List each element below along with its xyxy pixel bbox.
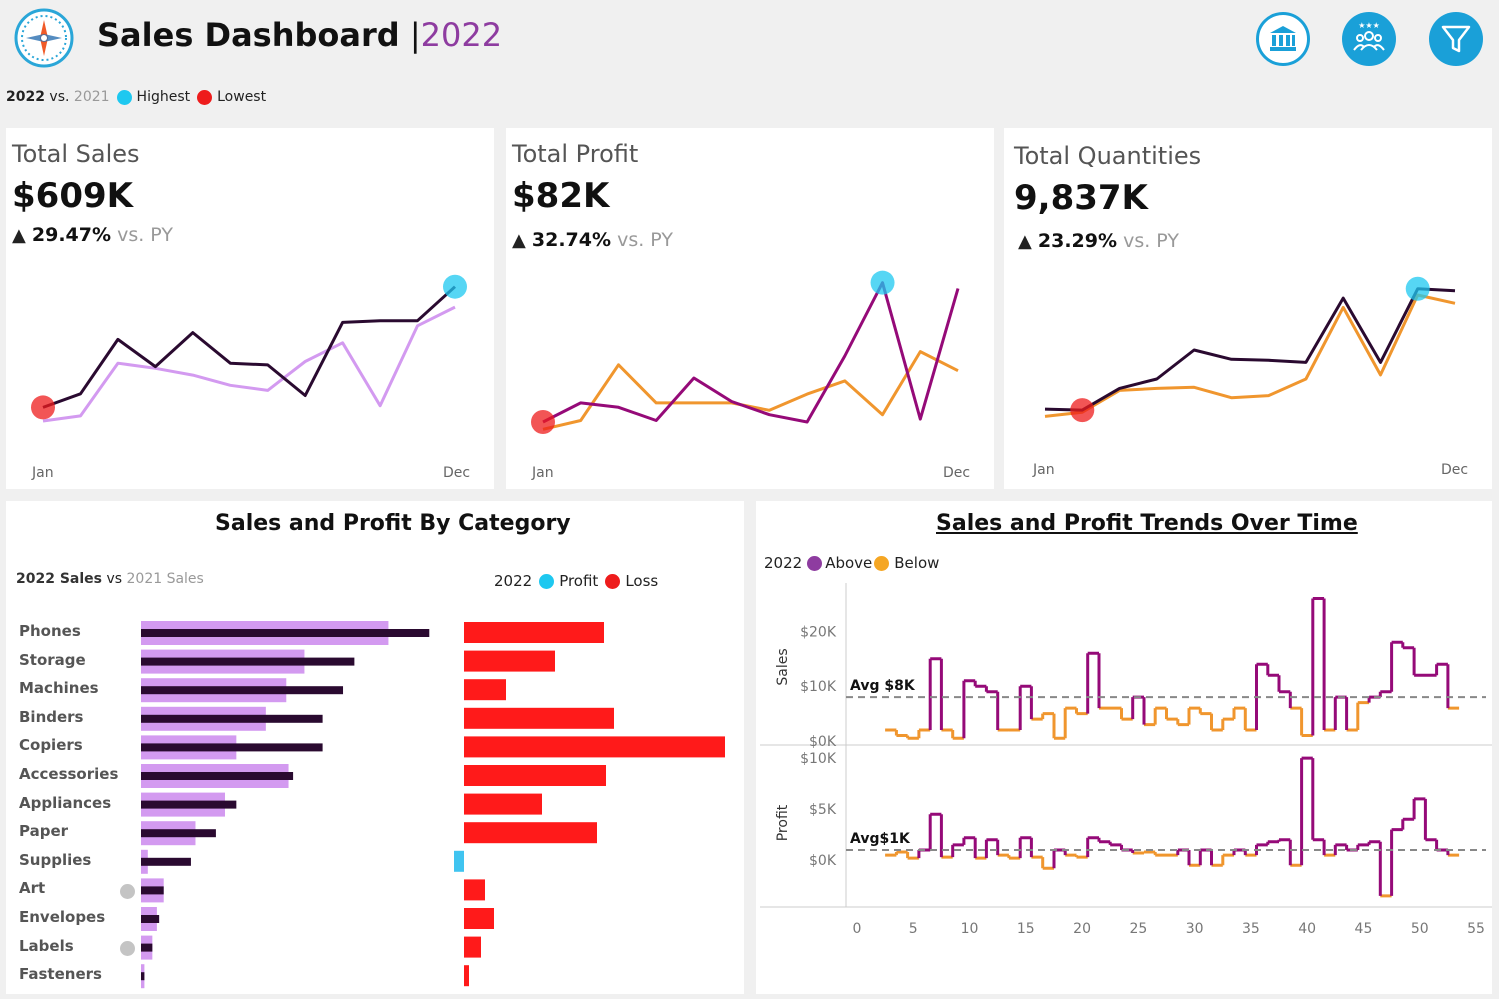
- title-year: 2022: [420, 16, 503, 54]
- x-tick-label: 55: [1467, 921, 1485, 937]
- category-bar-chart: [141, 621, 725, 989]
- x-end-label: Dec: [943, 465, 971, 481]
- svg-text:★★★: ★★★: [1358, 21, 1380, 30]
- bar-loss: [464, 965, 469, 987]
- below-avg-steps: [885, 850, 1460, 898]
- bar-2022-sales: [141, 743, 323, 752]
- title-main: Sales Dashboard: [97, 16, 400, 54]
- bar-2022-sales: [141, 657, 355, 666]
- quantities-sparkline: [1044, 276, 1456, 423]
- x-start-label: Jan: [1033, 462, 1055, 478]
- bar-2022-sales: [141, 857, 191, 866]
- bar-loss: [464, 936, 481, 958]
- avg-label: Avg $8K: [850, 678, 916, 694]
- profit-sparkline: [531, 270, 960, 434]
- category-card: Sales and Profit By Category 2022 Sales …: [6, 501, 744, 994]
- x-start-label: Jan: [532, 465, 554, 481]
- x-tick-label: 50: [1411, 921, 1429, 937]
- header: Sales Dashboard |2022 ★★★: [0, 0, 1499, 80]
- bar-loss: [464, 793, 542, 815]
- legend-highest: Highest: [136, 89, 191, 105]
- x-tick-label: 0: [853, 921, 862, 937]
- team-icon[interactable]: ★★★: [1342, 12, 1396, 66]
- y-tick-label: $5K: [809, 802, 837, 818]
- kpi-card-quantities: Total Quantities 9,837K ▲ 23.29% vs. PY …: [1004, 128, 1492, 489]
- bar-2022-sales: [141, 943, 153, 952]
- trend-card: Sales and Profit Trends Over Time 2022 A…: [756, 501, 1492, 994]
- legend-previous-year: 2021: [73, 89, 110, 105]
- highest-dot-icon: [116, 89, 132, 105]
- below-avg-steps: [885, 701, 1460, 740]
- legend-current-year: 2022: [6, 89, 45, 105]
- compass-logo-icon: [14, 8, 74, 68]
- bar-loss: [464, 908, 494, 929]
- filter-icon[interactable]: [1429, 12, 1483, 66]
- bar-2022-sales: [141, 915, 160, 923]
- bar-loss: [464, 650, 555, 672]
- above-avg-steps: [917, 756, 1450, 896]
- bar-2022-sales: [141, 829, 216, 838]
- x-start-label: Jan: [32, 465, 54, 481]
- y-axis-title: Profit: [775, 804, 791, 841]
- highest-point: [870, 270, 895, 295]
- bar-loss: [464, 879, 485, 901]
- y-tick-label: $10K: [800, 751, 837, 767]
- bar-2022-sales: [141, 800, 237, 809]
- legend-vs: vs.: [49, 89, 70, 105]
- series-line-1: [542, 350, 959, 431]
- x-tick-label: 25: [1129, 921, 1147, 937]
- bar-loss: [464, 622, 604, 643]
- lowest-point: [531, 410, 555, 434]
- bar-profit: [454, 850, 464, 872]
- bar-2022-sales: [141, 972, 145, 981]
- series-line-0: [542, 281, 960, 424]
- x-tick-label: 35: [1242, 921, 1260, 937]
- kpi-card-profit: Total Profit $82K ▲ 32.74% vs. PY Jan De…: [506, 128, 994, 489]
- page-title: Sales Dashboard |2022: [97, 16, 502, 54]
- y-tick-label: $20K: [800, 624, 837, 640]
- lowest-dot-icon: [197, 89, 213, 105]
- x-tick-label: 40: [1298, 921, 1316, 937]
- legend-lowest: Lowest: [217, 89, 267, 105]
- lowest-point: [1070, 398, 1095, 423]
- top-legend: 2022 vs. 2021 Highest Lowest: [6, 89, 266, 105]
- x-end-label: Dec: [1441, 462, 1469, 478]
- kpi-card-sales: Total Sales $609K ▲ 29.47% vs. PY Jan De…: [6, 128, 494, 489]
- y-tick-label: $0K: [809, 734, 837, 750]
- bar-loss: [464, 822, 597, 844]
- bar-2022-sales: [141, 714, 323, 723]
- lowest-point: [31, 395, 55, 420]
- bank-icon[interactable]: [1256, 12, 1310, 66]
- series-line-1: [1044, 293, 1456, 418]
- highest-point: [443, 274, 467, 299]
- bar-2022-sales: [141, 686, 344, 695]
- bar-2022-sales: [141, 772, 294, 780]
- bar-2022-sales: [141, 629, 430, 637]
- sales-sparkline: [31, 274, 467, 423]
- x-tick-label: 10: [961, 921, 979, 937]
- highest-point: [1405, 276, 1430, 301]
- y-axis-title: Sales: [775, 648, 791, 685]
- y-tick-label: $10K: [800, 679, 837, 695]
- x-tick-label: 30: [1186, 921, 1204, 937]
- trend-chart: $0K$10K$20KSalesAvg $8K$0K$5K$10KProfit A…: [760, 583, 1492, 937]
- bar-loss: [464, 765, 606, 786]
- y-tick-label: $0K: [809, 853, 837, 869]
- x-tick-label: 20: [1073, 921, 1091, 937]
- x-tick-label: 5: [909, 921, 918, 937]
- x-tick-label: 45: [1355, 921, 1373, 937]
- bar-loss: [464, 707, 614, 729]
- x-tick-label: 15: [1017, 921, 1035, 937]
- bar-loss: [464, 679, 506, 701]
- title-separator: |: [409, 16, 421, 54]
- bar-2022-sales: [141, 886, 164, 895]
- bar-loss: [464, 736, 725, 758]
- x-end-label: Dec: [443, 465, 471, 481]
- avg-label: Avg$1K: [850, 831, 911, 847]
